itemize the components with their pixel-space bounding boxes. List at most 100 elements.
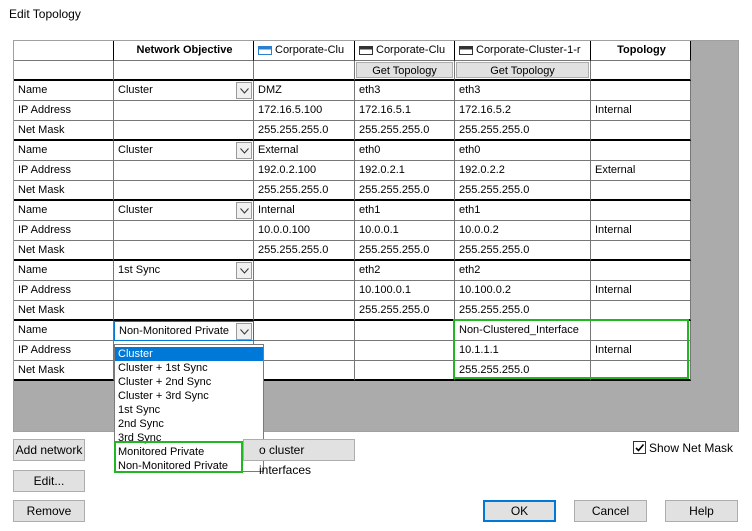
dropdown-option[interactable]: Cluster <box>115 347 263 361</box>
member1-mask-field[interactable]: 255.255.255.0 <box>355 121 455 141</box>
topology-cell[interactable]: Internal <box>591 281 691 301</box>
objective-cell[interactable] <box>114 301 254 321</box>
topology-cell[interactable] <box>591 261 691 281</box>
dropdown-option[interactable]: Non-Monitored Private <box>115 459 263 473</box>
help-button[interactable]: Help <box>665 500 738 522</box>
cluster-name-field[interactable]: Internal <box>254 201 355 221</box>
cluster-name-field[interactable]: External <box>254 141 355 161</box>
edit-button[interactable]: Edit... <box>13 470 85 492</box>
member2-mask-field[interactable]: 255.255.255.0 <box>455 121 591 141</box>
member2-ip-field[interactable]: 10.0.0.2 <box>455 221 591 241</box>
chevron-down-icon[interactable] <box>236 82 252 99</box>
objective-cell[interactable] <box>114 221 254 241</box>
member2-name-field[interactable]: eth0 <box>455 141 591 161</box>
topology-cell[interactable]: Internal <box>591 221 691 241</box>
objective-cell[interactable] <box>114 161 254 181</box>
member1-name-field[interactable]: eth0 <box>355 141 455 161</box>
member1-ip-field[interactable]: 10.0.0.1 <box>355 221 455 241</box>
cluster-mask-field[interactable] <box>254 361 355 381</box>
topology-cell[interactable] <box>591 181 691 201</box>
topology-cell[interactable] <box>591 321 691 341</box>
member2-mask-field[interactable]: 255.255.255.0 <box>455 241 591 261</box>
member1-ip-field[interactable]: 192.0.2.1 <box>355 161 455 181</box>
member2-ip-field[interactable]: 10.1.1.1 <box>455 341 591 361</box>
dropdown-option[interactable]: Cluster + 2nd Sync <box>115 375 263 389</box>
member1-ip-field[interactable] <box>355 341 455 361</box>
ok-button[interactable]: OK <box>483 500 556 522</box>
cancel-button[interactable]: Cancel <box>574 500 647 522</box>
dropdown-option[interactable]: 1st Sync <box>115 403 263 417</box>
cluster-interfaces-button[interactable]: o cluster interfaces <box>243 439 355 477</box>
cluster-mask-field[interactable] <box>254 301 355 321</box>
topology-cell[interactable] <box>591 201 691 221</box>
objective-cell[interactable] <box>114 281 254 301</box>
get-topology-button[interactable]: Get Topology <box>456 62 589 78</box>
chevron-down-icon[interactable] <box>236 202 252 219</box>
objective-cell[interactable] <box>114 101 254 121</box>
chevron-down-icon[interactable] <box>236 262 252 279</box>
dropdown-option[interactable]: 3rd Sync <box>115 431 263 445</box>
member2-mask-field[interactable]: 255.255.255.0 <box>455 301 591 321</box>
add-network-button[interactable]: Add network <box>13 439 85 461</box>
member1-name-field[interactable]: eth2 <box>355 261 455 281</box>
network-objective-select[interactable]: Cluster <box>114 81 254 101</box>
dropdown-option[interactable]: Cluster + 1st Sync <box>115 361 263 375</box>
member1-name-field[interactable]: eth1 <box>355 201 455 221</box>
network-objective-select[interactable]: Cluster <box>114 201 254 221</box>
interface-row: IP Address 10.0.0.100 10.0.0.1 10.0.0.2 Inte… <box>14 221 738 241</box>
cluster-name-field[interactable]: DMZ <box>254 81 355 101</box>
member1-name-field[interactable]: eth3 <box>355 81 455 101</box>
topology-cell[interactable]: External <box>591 161 691 181</box>
get-topology-row: Get Topology Get Topology <box>14 61 738 81</box>
dropdown-option[interactable]: 2nd Sync <box>115 417 263 431</box>
topology-cell[interactable] <box>591 241 691 261</box>
member1-name-field[interactable] <box>355 321 455 341</box>
cluster-mask-field[interactable]: 255.255.255.0 <box>254 241 355 261</box>
cluster-mask-field[interactable]: 255.255.255.0 <box>254 121 355 141</box>
network-objective-select[interactable]: 1st Sync <box>114 261 254 281</box>
member2-name-field[interactable]: eth2 <box>455 261 591 281</box>
member2-name-field[interactable]: Non-Clustered_Interface <box>455 321 591 341</box>
member1-mask-field[interactable]: 255.255.255.0 <box>355 241 455 261</box>
get-topology-button[interactable]: Get Topology <box>356 62 453 78</box>
chevron-down-icon[interactable] <box>236 142 252 159</box>
topology-cell[interactable] <box>591 141 691 161</box>
member2-mask-field[interactable]: 255.255.255.0 <box>455 361 591 381</box>
member2-ip-field[interactable]: 172.16.5.2 <box>455 101 591 121</box>
topology-cell[interactable] <box>591 301 691 321</box>
cluster-ip-field[interactable]: 172.16.5.100 <box>254 101 355 121</box>
objective-cell[interactable] <box>114 241 254 261</box>
member1-mask-field[interactable]: 255.255.255.0 <box>355 301 455 321</box>
cluster-ip-field[interactable]: 192.0.2.100 <box>254 161 355 181</box>
topology-cell[interactable]: Internal <box>591 101 691 121</box>
remove-button[interactable]: Remove <box>13 500 85 522</box>
member2-name-field[interactable]: eth3 <box>455 81 591 101</box>
cluster-name-field[interactable] <box>254 261 355 281</box>
objective-cell[interactable] <box>114 121 254 141</box>
member1-ip-field[interactable]: 172.16.5.1 <box>355 101 455 121</box>
member2-name-field[interactable]: eth1 <box>455 201 591 221</box>
network-objective-select[interactable]: Cluster <box>114 141 254 161</box>
chevron-down-icon[interactable] <box>236 323 252 340</box>
member1-mask-field[interactable] <box>355 361 455 381</box>
dropdown-option[interactable]: Monitored Private <box>115 445 263 459</box>
topology-cell[interactable] <box>591 121 691 141</box>
member1-ip-field[interactable]: 10.100.0.1 <box>355 281 455 301</box>
cluster-ip-field[interactable] <box>254 341 355 361</box>
member1-mask-field[interactable]: 255.255.255.0 <box>355 181 455 201</box>
topology-cell[interactable] <box>591 361 691 381</box>
objective-cell[interactable] <box>114 181 254 201</box>
topology-cell[interactable]: Internal <box>591 341 691 361</box>
member2-ip-field[interactable]: 10.100.0.2 <box>455 281 591 301</box>
cluster-mask-field[interactable]: 255.255.255.0 <box>254 181 355 201</box>
member2-ip-field[interactable]: 192.0.2.2 <box>455 161 591 181</box>
cluster-ip-field[interactable]: 10.0.0.100 <box>254 221 355 241</box>
topology-cell[interactable] <box>591 81 691 101</box>
member2-mask-field[interactable]: 255.255.255.0 <box>455 181 591 201</box>
network-objective-dropdown-list[interactable]: Cluster Cluster + 1st Sync Cluster + 2nd S… <box>114 344 264 472</box>
show-net-mask-checkbox[interactable] <box>633 441 646 454</box>
cluster-ip-field[interactable] <box>254 281 355 301</box>
network-objective-select[interactable]: Non-Monitored Private <box>114 321 254 341</box>
dropdown-option[interactable]: Cluster + 3rd Sync <box>115 389 263 403</box>
cluster-name-field[interactable] <box>254 321 355 341</box>
